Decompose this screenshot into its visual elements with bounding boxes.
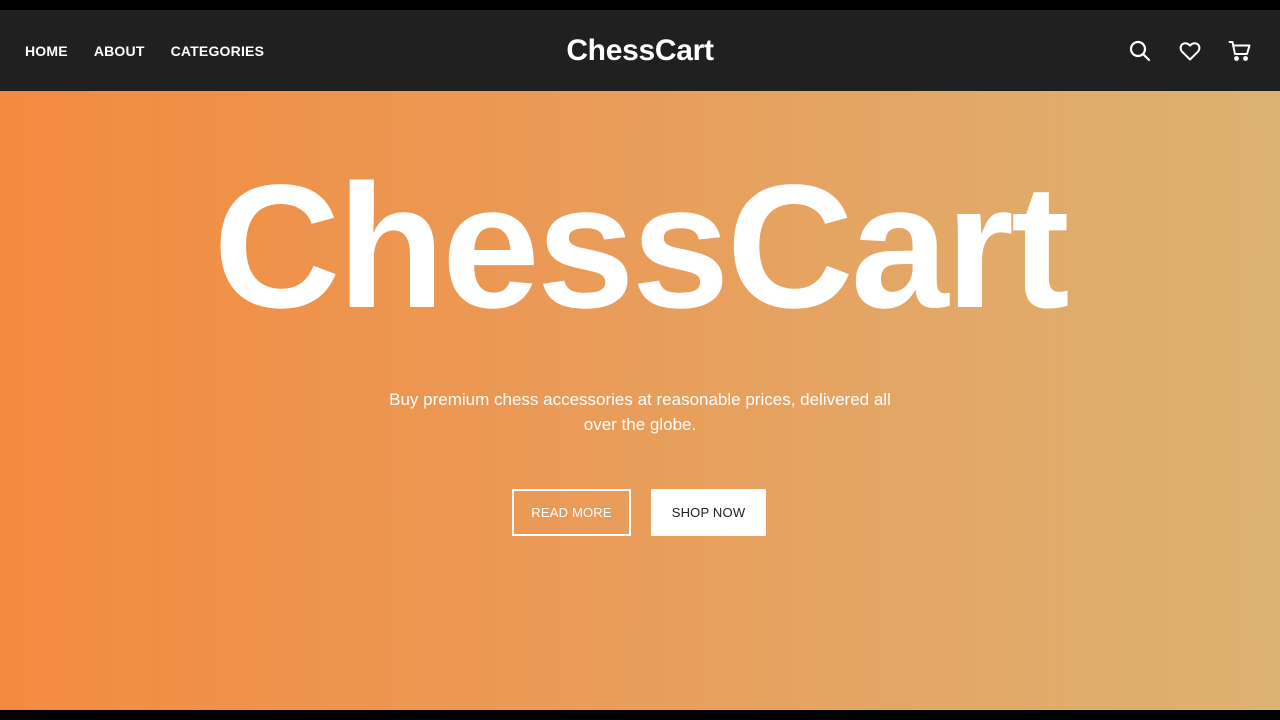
nav-categories-link[interactable]: CATEGORIES — [171, 43, 265, 59]
browser-viewport: HOME ABOUT CATEGORIES ChessCart ChessCar… — [0, 10, 1280, 710]
nav-links: HOME ABOUT CATEGORIES — [25, 10, 264, 91]
hero-title: ChessCart — [213, 149, 1069, 345]
shop-now-button[interactable]: SHOP NOW — [651, 489, 766, 536]
navbar: HOME ABOUT CATEGORIES ChessCart — [0, 10, 1280, 91]
read-more-button[interactable]: READ MORE — [512, 489, 631, 536]
brand-logo[interactable]: ChessCart — [540, 10, 740, 91]
nav-about-link[interactable]: ABOUT — [94, 43, 145, 59]
search-icon[interactable] — [1128, 39, 1152, 63]
hero-subtitle: Buy premium chess accessories at reasona… — [389, 390, 891, 434]
hero-section: ChessCart Buy premium chess accessories … — [0, 91, 1280, 710]
cart-icon[interactable] — [1228, 39, 1252, 63]
nav-icons — [1128, 10, 1252, 91]
heart-icon[interactable] — [1178, 39, 1202, 63]
nav-home-link[interactable]: HOME — [25, 43, 68, 59]
